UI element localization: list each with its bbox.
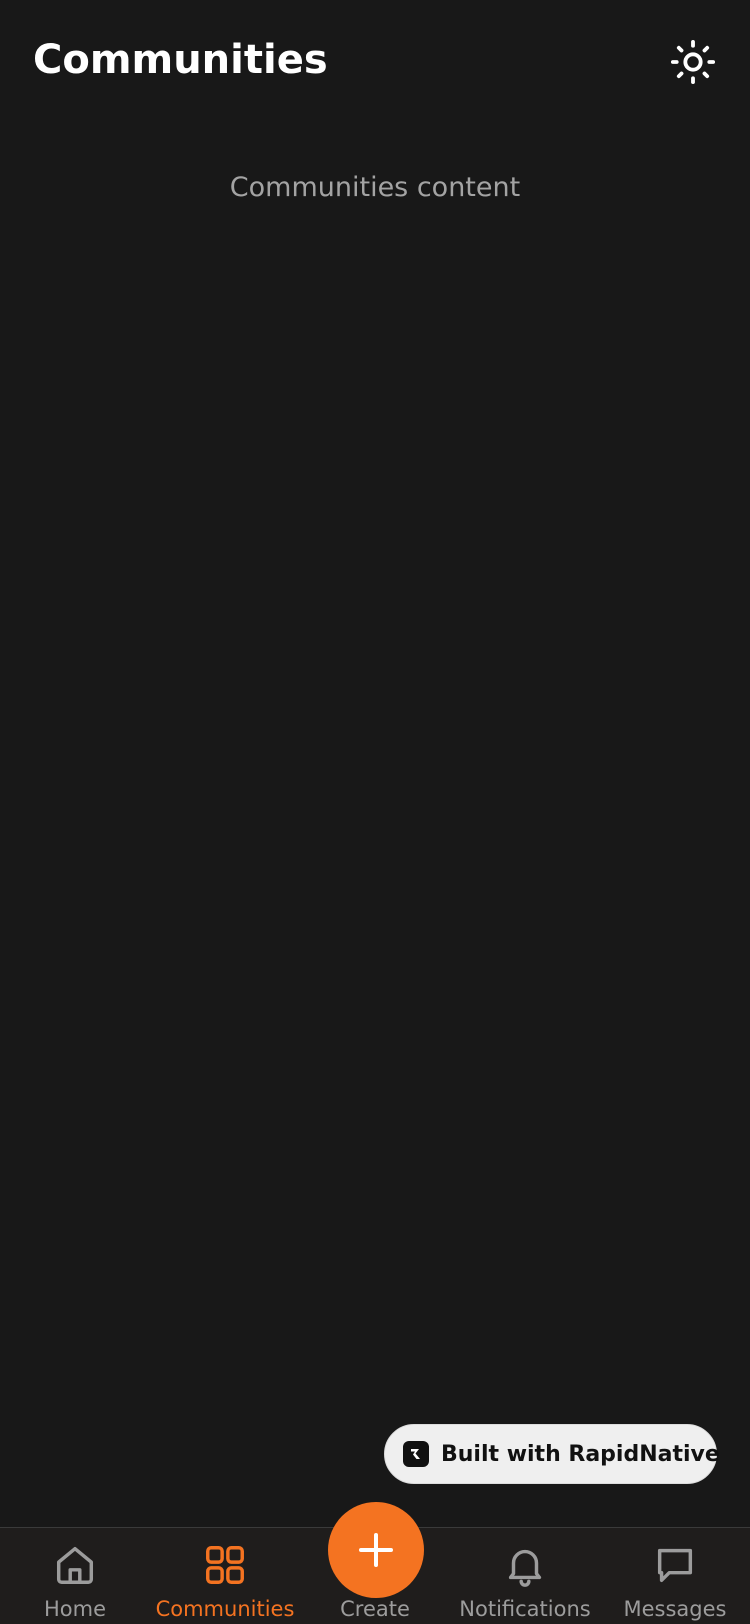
badge-label: Built with RapidNative [441,1441,720,1467]
grid-icon [202,1542,248,1588]
tab-communities-label: Communities [155,1597,295,1621]
bell-icon [502,1542,548,1588]
built-with-badge[interactable]: Built with RapidNative [384,1424,720,1484]
tab-home[interactable]: Home [0,1528,150,1624]
page-title: Communities [33,37,328,83]
message-icon [652,1542,698,1588]
tab-communities[interactable]: Communities [150,1528,300,1624]
tab-notifications[interactable]: Notifications [450,1528,600,1624]
sun-icon [670,39,716,85]
communities-content-text: Communities content [229,172,521,203]
plus-icon [359,1533,393,1567]
tab-create-label: Create [340,1597,410,1621]
header: Communities [0,0,750,120]
tab-messages-label: Messages [623,1597,727,1621]
tab-messages[interactable]: Messages [600,1528,750,1624]
tab-home-label: Home [43,1597,106,1621]
home-icon [52,1542,98,1588]
create-fab-button[interactable] [328,1502,424,1598]
tab-notifications-label: Notifications [459,1597,591,1621]
theme-toggle-button[interactable] [668,37,718,87]
rapidnative-logo-icon [403,1441,429,1467]
